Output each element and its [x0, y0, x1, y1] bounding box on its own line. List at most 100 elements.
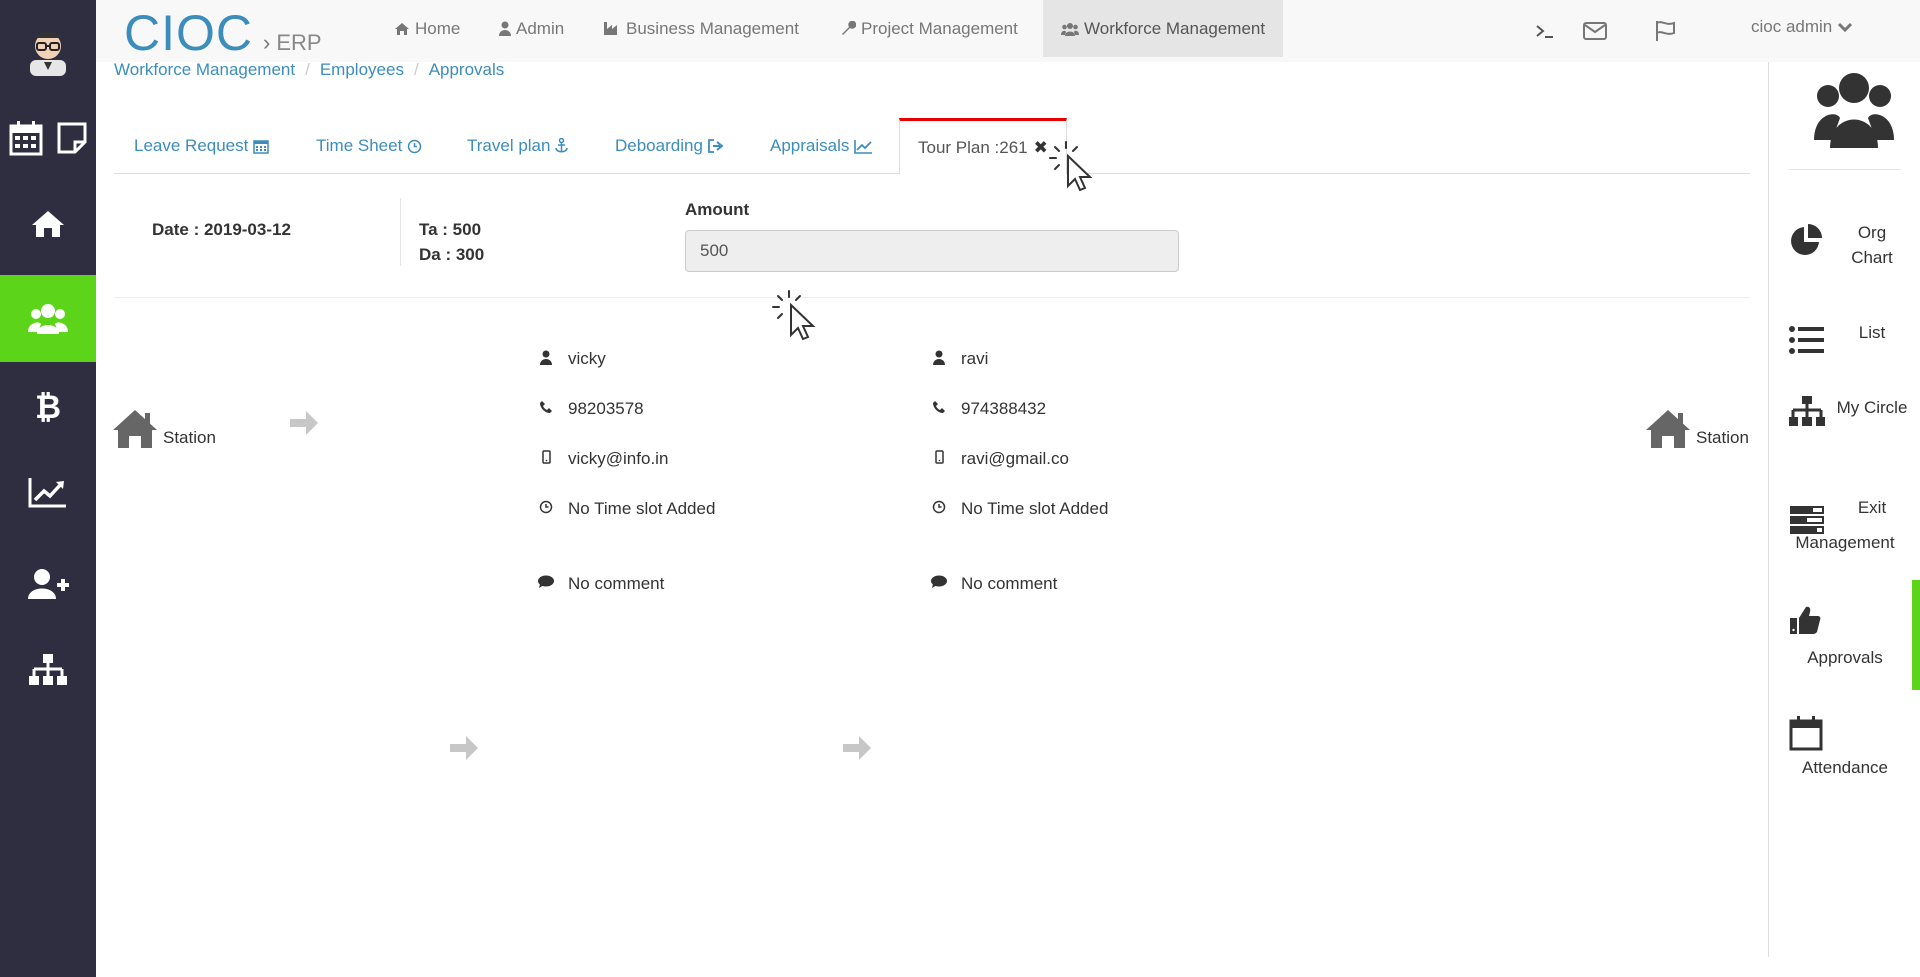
- arrow-right-icon: [450, 736, 478, 760]
- breadcrumb: Workforce Management / Employees / Appro…: [114, 60, 504, 80]
- nav-admin[interactable]: Admin: [499, 0, 564, 57]
- person-time-slot: No Time slot Added: [961, 499, 1109, 518]
- nav-home-label: Home: [415, 18, 461, 38]
- rs-my-circle[interactable]: My Circle: [1769, 395, 1920, 455]
- home-icon: [394, 22, 410, 36]
- bitcoin-icon: ₿: [35, 388, 61, 424]
- anchor-icon: [555, 138, 569, 154]
- avatar[interactable]: [0, 18, 96, 84]
- brand-sub: ERP: [276, 30, 322, 55]
- rs-attendance[interactable]: Attendance: [1769, 715, 1920, 785]
- clock-icon: [917, 496, 961, 521]
- person-phone-row: 98203578: [524, 396, 728, 421]
- person-time-row: No Time slot Added: [524, 496, 728, 521]
- industry-icon: [603, 21, 621, 36]
- envelope-icon[interactable]: [1578, 16, 1612, 46]
- close-icon[interactable]: ✖: [1034, 138, 1048, 158]
- tab-deboarding-label: Deboarding: [615, 136, 703, 155]
- home-icon: [1646, 410, 1690, 448]
- brand-name: CIOC: [124, 5, 253, 61]
- rs-org-chart[interactable]: Org Chart: [1769, 220, 1920, 280]
- approval-tabs: Leave Request Time Sheet Travel plan Deb…: [114, 118, 1750, 175]
- nav-workforce-management[interactable]: Workforce Management: [1043, 0, 1284, 57]
- mobile-icon: [917, 446, 961, 471]
- person-comment: No comment: [568, 574, 665, 593]
- rs-list-label: List: [1858, 323, 1886, 342]
- tab-appraisals[interactable]: Appraisals: [770, 118, 873, 174]
- nav-business-management[interactable]: Business Management: [603, 0, 799, 57]
- tab-tour-plan[interactable]: Tour Plan :261 ✖: [899, 118, 1067, 175]
- rs-attendance-label: Attendance: [1801, 758, 1888, 777]
- list-icon: [1789, 326, 1824, 354]
- person-time-row: No Time slot Added: [917, 496, 1121, 521]
- right-sidebar: Org Chart List My Circle Exit Management: [1768, 62, 1920, 957]
- arrow-right-icon: [843, 736, 871, 760]
- user-name: cioc admin: [1751, 17, 1833, 36]
- divider: [1789, 169, 1901, 170]
- comment-icon: [917, 571, 961, 596]
- person-phone-row: 974388432: [917, 396, 1121, 421]
- breadcrumb-workforce[interactable]: Workforce Management: [114, 60, 295, 80]
- breadcrumb-separator: /: [305, 60, 310, 79]
- person-email: vicky@info.in: [568, 449, 669, 468]
- calendar-icon: [1789, 716, 1823, 751]
- tab-leave-request[interactable]: Leave Request: [134, 118, 270, 174]
- calendar-icon[interactable]: [9, 120, 43, 156]
- rs-list[interactable]: List: [1769, 320, 1920, 370]
- rs-exit-management-label: Management: [1795, 533, 1895, 552]
- home-nav-button[interactable]: [0, 198, 96, 250]
- person-email-row: ravi@gmail.co: [917, 446, 1121, 471]
- wrench-icon: [841, 21, 856, 36]
- breadcrumb-employees[interactable]: Employees: [320, 60, 404, 80]
- flag-icon[interactable]: [1648, 16, 1682, 46]
- amount-label: Amount: [685, 200, 750, 219]
- nav-project-management[interactable]: Project Management: [841, 0, 1018, 57]
- tab-deboarding[interactable]: Deboarding: [615, 118, 724, 174]
- line-chart-icon: [28, 478, 66, 508]
- rs-approvals[interactable]: Approvals: [1769, 605, 1920, 675]
- rs-exit-label-1: Exit: [1857, 498, 1887, 517]
- scrollbar-thumb[interactable]: [1912, 580, 1920, 690]
- brand-chevron: ›: [263, 30, 271, 55]
- tab-time-sheet[interactable]: Time Sheet: [316, 118, 422, 174]
- brand-logo[interactable]: CIOC › ERP: [124, 4, 322, 62]
- rs-exit-management[interactable]: Exit Management: [1769, 495, 1920, 565]
- amount-input[interactable]: [685, 230, 1179, 272]
- person-comment-row: No comment: [917, 571, 1121, 596]
- user-menu[interactable]: cioc admin: [1751, 0, 1853, 54]
- pie-chart-icon: [1791, 224, 1822, 255]
- person-comment: No comment: [961, 574, 1058, 593]
- finance-nav-button[interactable]: ₿: [0, 380, 96, 432]
- analytics-nav-button[interactable]: [0, 466, 96, 518]
- end-station-label: Station: [1696, 428, 1749, 447]
- rs-org-chart-label: Org Chart: [1851, 223, 1893, 267]
- phone-icon: [917, 396, 961, 421]
- workforce-nav-button[interactable]: [0, 275, 96, 362]
- home-icon: [32, 211, 64, 237]
- arrow-right-icon: [290, 411, 318, 435]
- end-station: Station: [1644, 408, 1749, 450]
- da-amount: Da : 300: [419, 245, 485, 264]
- comment-icon: [524, 571, 568, 596]
- breadcrumb-approvals[interactable]: Approvals: [429, 60, 505, 80]
- breadcrumb-separator: /: [413, 60, 419, 79]
- home-icon: [113, 410, 157, 448]
- person-time-slot: No Time slot Added: [568, 499, 716, 518]
- rs-my-circle-label: My Circle: [1836, 398, 1908, 417]
- nav-project-label: Project Management: [861, 18, 1018, 38]
- phone-icon: [524, 396, 568, 421]
- person-email: ravi@gmail.co: [961, 449, 1069, 468]
- tab-leave-request-label: Leave Request: [134, 136, 249, 155]
- mobile-icon: [524, 446, 568, 471]
- tab-time-sheet-label: Time Sheet: [316, 136, 403, 155]
- nav-home[interactable]: Home: [394, 0, 460, 57]
- terminal-icon[interactable]: [1530, 16, 1560, 46]
- line-chart-icon: [854, 139, 873, 154]
- start-station: Station: [111, 408, 216, 450]
- add-user-nav-button[interactable]: [0, 558, 96, 610]
- tab-travel-plan[interactable]: Travel plan: [467, 118, 569, 174]
- calendar-notes-group: [0, 112, 96, 164]
- sticky-note-icon[interactable]: [57, 122, 87, 154]
- org-nav-button[interactable]: [0, 644, 96, 696]
- tab-appraisals-label: Appraisals: [770, 136, 850, 155]
